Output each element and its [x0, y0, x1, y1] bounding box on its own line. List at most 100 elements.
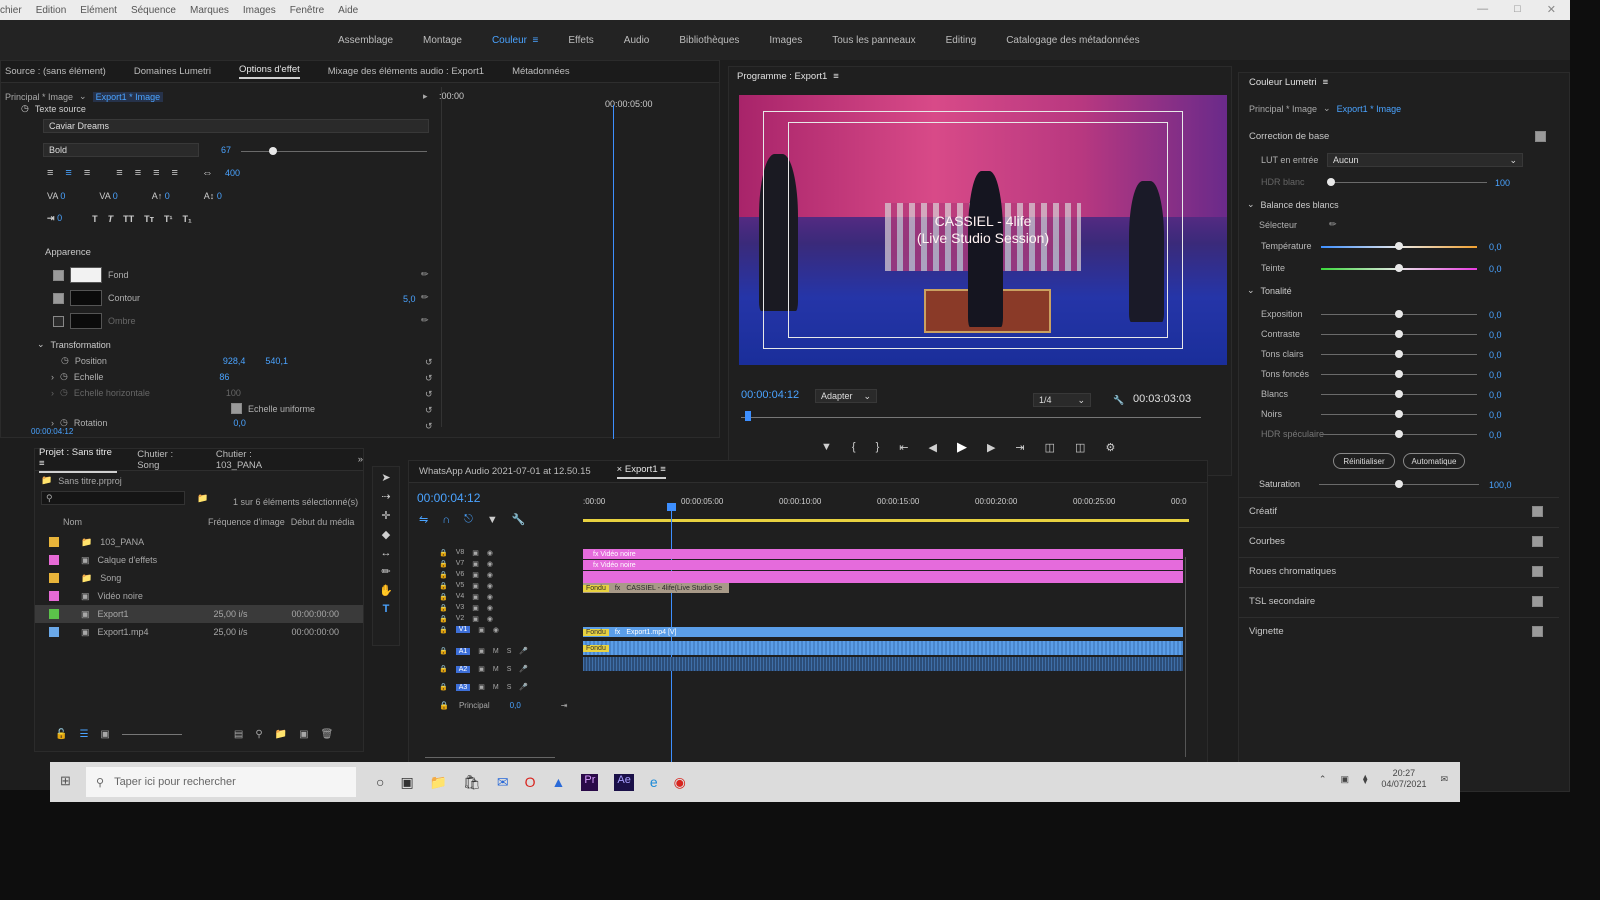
- step-back-icon[interactable]: ◀: [928, 441, 936, 454]
- tab-bin-song[interactable]: Chutier : Song: [137, 449, 196, 471]
- lumetri-hdr-spec-value[interactable]: 0,0: [1489, 430, 1502, 440]
- lumetri-title[interactable]: Couleur Lumetri: [1249, 77, 1317, 88]
- sort-icon[interactable]: ▤: [234, 729, 243, 740]
- stopwatch-icon[interactable]: ◷: [21, 103, 29, 114]
- mail-icon[interactable]: ✉: [497, 774, 509, 791]
- sync-lock-icon[interactable]: ▣: [472, 615, 479, 623]
- saturation-value[interactable]: 100,0: [1489, 480, 1512, 490]
- fill-swatch[interactable]: [70, 267, 102, 283]
- basic-correction-checkbox[interactable]: [1535, 131, 1546, 142]
- microphone-icon[interactable]: 🎤: [519, 683, 528, 691]
- play-icon[interactable]: ▶: [957, 439, 967, 455]
- uniform-scale-checkbox[interactable]: [231, 403, 242, 414]
- workspace-graphics[interactable]: Images: [769, 35, 802, 46]
- program-title[interactable]: Programme : Export1: [737, 71, 827, 82]
- lumetri-section-header[interactable]: Roues chromatiques: [1239, 557, 1559, 585]
- align-right-icon[interactable]: ≡: [84, 167, 90, 179]
- mark-in-icon[interactable]: {: [852, 441, 856, 453]
- eye-icon[interactable]: ◉: [487, 593, 493, 601]
- tab-project[interactable]: Projet : Sans titre ≡: [39, 447, 118, 473]
- section-enable-checkbox[interactable]: [1532, 506, 1543, 517]
- hand-tool-icon[interactable]: ✋: [379, 584, 393, 597]
- opera-icon[interactable]: O: [525, 774, 536, 791]
- project-search-input[interactable]: ⚲: [41, 491, 185, 505]
- transform-row[interactable]: ⌄ Transformation: [37, 339, 111, 350]
- go-to-end-icon[interactable]: ⇥: [561, 701, 568, 710]
- lock-icon[interactable]: 🔒: [439, 549, 448, 557]
- store-icon[interactable]: 🛍: [463, 774, 481, 791]
- white-balance-row[interactable]: ⌄ Balance des blancs: [1247, 199, 1339, 210]
- sync-lock-icon[interactable]: ▣: [472, 582, 479, 590]
- sync-lock-icon[interactable]: ▣: [472, 604, 479, 612]
- basic-correction-heading[interactable]: Correction de base: [1249, 131, 1329, 142]
- subscript-icon[interactable]: T₁: [182, 214, 191, 224]
- lock-icon[interactable]: 🔒: [439, 615, 448, 623]
- master-clip-label[interactable]: Principal * Image: [1249, 104, 1317, 114]
- font-size-knob[interactable]: [269, 147, 277, 155]
- workspace-editing[interactable]: Montage: [423, 35, 462, 46]
- lumetri-whites-value[interactable]: 0,0: [1489, 390, 1502, 400]
- microphone-icon[interactable]: 🎤: [519, 647, 528, 655]
- chrome-icon[interactable]: ◉: [674, 774, 686, 791]
- new-bin-icon[interactable]: 📁: [197, 493, 208, 504]
- lumetri-contrast-value[interactable]: 0,0: [1489, 330, 1502, 340]
- type-tool-icon[interactable]: T: [383, 603, 390, 615]
- new-bin-icon[interactable]: 📁: [275, 729, 287, 740]
- program-playhead[interactable]: [745, 411, 751, 421]
- track-name[interactable]: V7: [456, 560, 465, 567]
- label-color-swatch[interactable]: [49, 591, 59, 601]
- nest-icon[interactable]: ⇋: [419, 513, 428, 526]
- menu-help[interactable]: Aide: [338, 5, 358, 16]
- lock-icon[interactable]: 🔒: [439, 560, 448, 568]
- menu-graphics[interactable]: Images: [243, 5, 276, 16]
- video-track-header[interactable]: 🔒 V8 ▣ ◉: [439, 547, 493, 558]
- indent-value[interactable]: 0: [57, 213, 62, 223]
- lumetri-contrast-slider[interactable]: [1321, 330, 1477, 338]
- tsume-value[interactable]: 0: [217, 191, 222, 201]
- label-color-swatch[interactable]: [49, 573, 59, 583]
- shadow-swatch[interactable]: [70, 313, 102, 329]
- timeline-scroll[interactable]: [425, 757, 555, 758]
- track-name[interactable]: V6: [456, 571, 465, 578]
- lock-icon[interactable]: 🔒: [439, 647, 448, 655]
- font-style-dropdown[interactable]: Bold: [43, 143, 199, 157]
- sync-lock-icon[interactable]: ▣: [478, 683, 485, 691]
- tab-lumetri-scopes[interactable]: Domaines Lumetri: [134, 66, 211, 77]
- settings-wrench-icon[interactable]: 🔧: [512, 513, 526, 526]
- program-video-frame[interactable]: CASSIEL - 4life (Live Studio Session): [739, 95, 1227, 365]
- chevron-up-icon[interactable]: ⌃: [1319, 774, 1327, 785]
- solo-button[interactable]: S: [507, 648, 512, 655]
- clip-title[interactable]: Fondu fx CASSIEL - 4life(Live Studio Se: [583, 583, 729, 593]
- taskbar-search[interactable]: ⚲ Taper ici pour rechercher: [86, 767, 356, 797]
- menu-markers[interactable]: Marques: [190, 5, 229, 16]
- mute-button[interactable]: M: [493, 648, 499, 655]
- workspace-assembly[interactable]: Assemblage: [338, 35, 393, 46]
- label-color-swatch[interactable]: [49, 537, 59, 547]
- lumetri-section-header[interactable]: Créatif: [1239, 497, 1559, 525]
- justify-center-icon[interactable]: ≡: [135, 167, 141, 179]
- list-item[interactable]: ▣ Vidéo noire: [35, 587, 363, 605]
- auto-button[interactable]: Automatique: [1403, 453, 1465, 469]
- selection-tool-icon[interactable]: ➤: [381, 471, 390, 484]
- timeline-timecode[interactable]: 00:00:04:12: [417, 491, 480, 505]
- faux-bold-icon[interactable]: T: [92, 214, 98, 224]
- clip-video-black-1[interactable]: fx Vidéo noire: [583, 549, 1183, 559]
- eye-icon[interactable]: ◉: [487, 571, 493, 579]
- microphone-icon[interactable]: 🎤: [519, 665, 528, 673]
- reset-button[interactable]: Réinitialiser: [1333, 453, 1395, 469]
- clip-video-black-2[interactable]: fx Vidéo noire: [583, 560, 1183, 570]
- slider-knob[interactable]: [1395, 410, 1403, 418]
- list-item[interactable]: ▣ Export1 25,00 i/s 00:00:00:00: [35, 605, 363, 623]
- track-name[interactable]: A3: [455, 683, 471, 691]
- lock-icon[interactable]: 🔒: [439, 683, 448, 691]
- pen-tool-icon[interactable]: ✏: [381, 565, 390, 578]
- track-name[interactable]: V1: [455, 626, 471, 633]
- slider-knob[interactable]: [1395, 430, 1403, 438]
- workspace-all-panels[interactable]: Tous les panneaux: [832, 35, 915, 46]
- lock-icon[interactable]: 🔒: [439, 665, 448, 673]
- saturation-slider[interactable]: [1319, 480, 1479, 488]
- eye-icon[interactable]: ◉: [487, 582, 493, 590]
- shadow-checkbox[interactable]: [53, 315, 64, 327]
- stopwatch-icon[interactable]: ◷: [61, 355, 69, 366]
- chevron-right-icon[interactable]: ›: [51, 418, 54, 428]
